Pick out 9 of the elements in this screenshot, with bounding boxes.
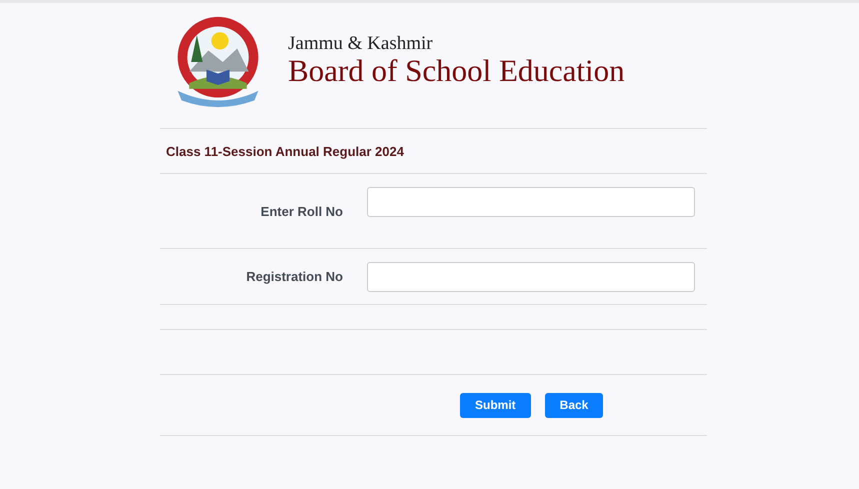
form-heading: Class 11-Session Annual Regular 2024 [166,144,404,158]
field-label: Enter Roll No [260,204,343,219]
back-button[interactable]: Back [544,392,604,418]
submit-button[interactable]: Submit [460,392,531,418]
board-title: Board of School Education [288,55,625,88]
board-subtitle: Jammu & Kashmir [288,33,434,56]
input-field[interactable] [367,262,695,292]
input-field[interactable] [367,187,695,217]
field-label: Registration No [245,269,343,284]
